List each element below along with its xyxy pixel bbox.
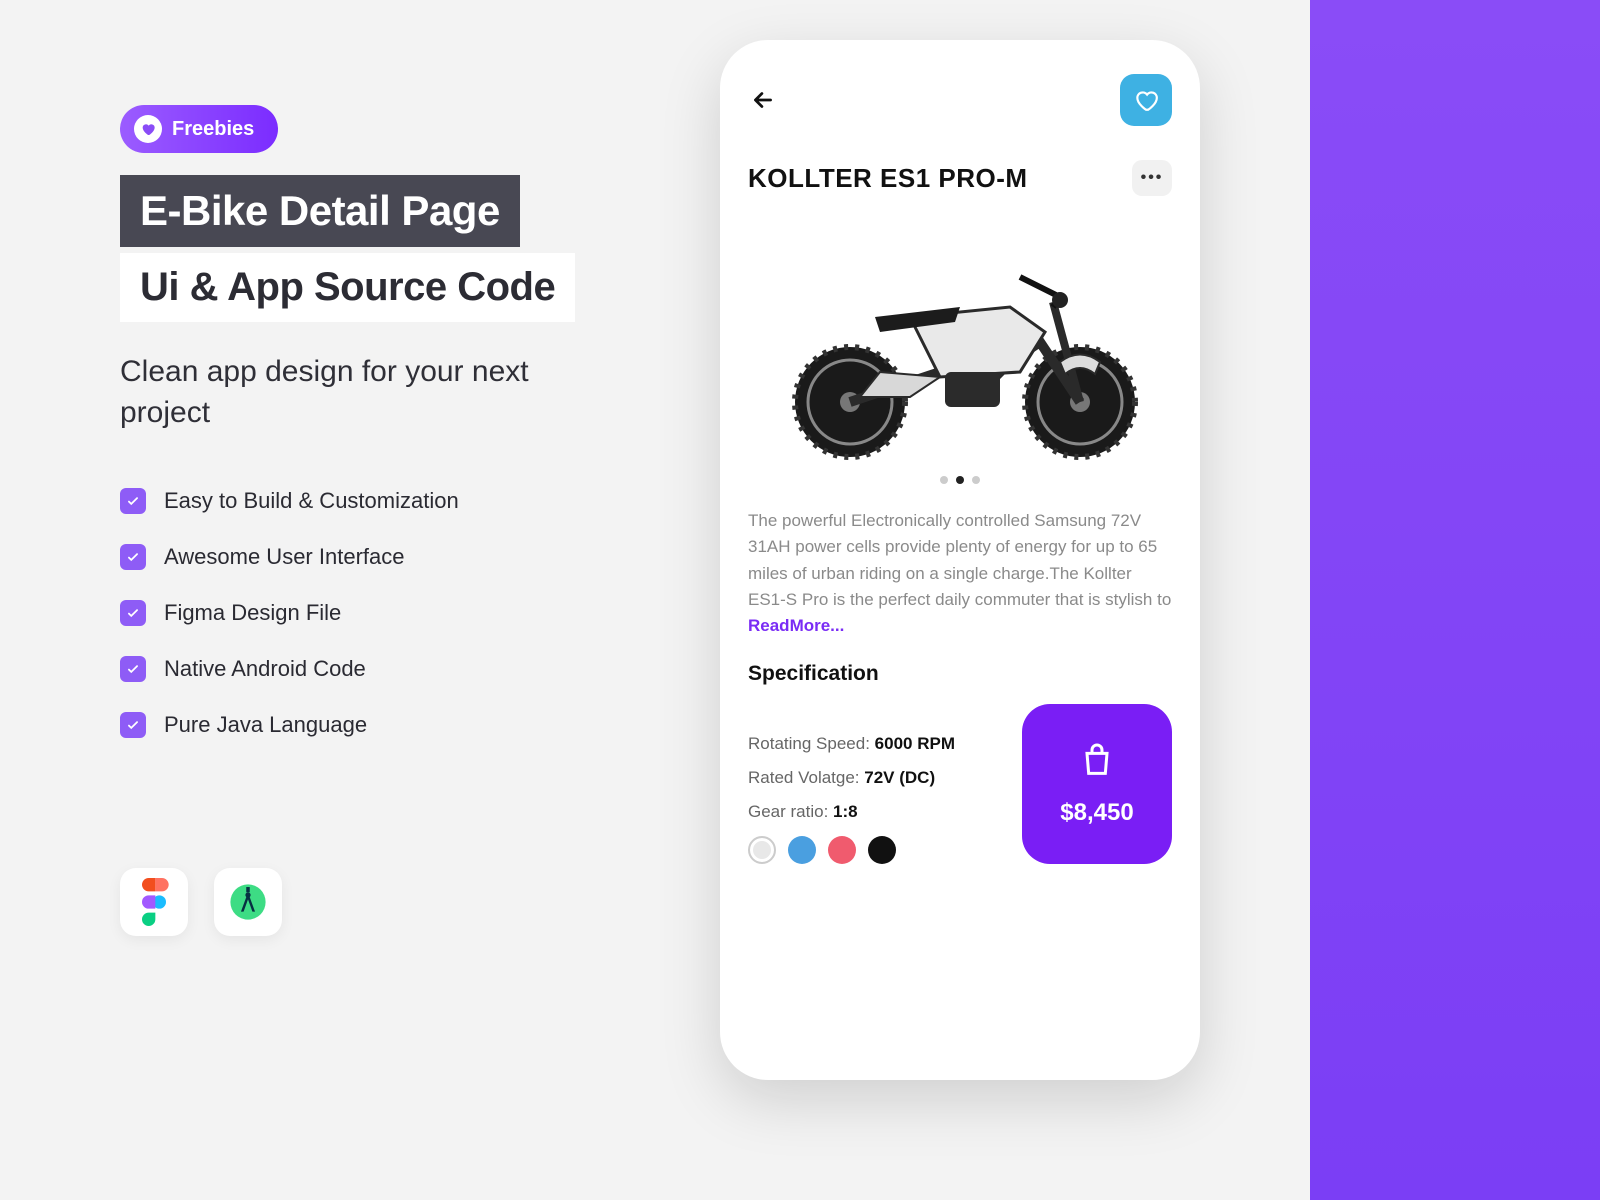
favorite-button[interactable] (1120, 74, 1172, 126)
figma-icon (120, 868, 188, 936)
accent-sidebar (1310, 0, 1600, 1200)
checklist-item: Awesome User Interface (120, 544, 680, 570)
phone-mockup: KOLLTER ES1 PRO-M ••• (720, 40, 1200, 1080)
pager-dot[interactable] (972, 476, 980, 484)
back-button[interactable] (748, 85, 778, 115)
tool-badges (120, 868, 680, 936)
image-pager[interactable] (748, 476, 1172, 484)
read-more-link[interactable]: ReadMore... (748, 616, 844, 635)
checklist-item: Figma Design File (120, 600, 680, 626)
checklist-item: Native Android Code (120, 656, 680, 682)
color-swatch-row (748, 836, 1022, 864)
feature-checklist: Easy to Build & Customization Awesome Us… (120, 488, 680, 738)
spec-row: Gear ratio: 1:8 (748, 802, 1022, 822)
spec-label: Rated Volatge: (748, 768, 860, 787)
spec-row: Rated Volatge: 72V (DC) (748, 768, 1022, 788)
headline-dark: E-Bike Detail Page (120, 175, 520, 247)
color-swatch[interactable] (868, 836, 896, 864)
check-icon (120, 712, 146, 738)
motorcycle-icon (760, 222, 1160, 462)
product-image (748, 212, 1172, 472)
spec-value: 1:8 (833, 802, 858, 821)
check-icon (120, 656, 146, 682)
color-swatch[interactable] (788, 836, 816, 864)
check-icon (120, 600, 146, 626)
spec-label: Gear ratio: (748, 802, 828, 821)
product-description: The powerful Electronically controlled S… (748, 508, 1172, 640)
checklist-item: Easy to Build & Customization (120, 488, 680, 514)
pager-dot[interactable] (940, 476, 948, 484)
description-text: The powerful Electronically controlled S… (748, 511, 1171, 609)
android-studio-icon (214, 868, 282, 936)
spec-row: Rotating Speed: 6000 RPM (748, 734, 1022, 754)
spec-heading: Specification (748, 662, 1172, 686)
spec-label: Rotating Speed: (748, 734, 870, 753)
checklist-item-label: Easy to Build & Customization (164, 488, 459, 514)
spec-value: 72V (DC) (864, 768, 935, 787)
headline-light: Ui & App Source Code (120, 253, 575, 322)
pager-dot[interactable] (956, 476, 964, 484)
promo-pane: Freebies E-Bike Detail Page Ui & App Sou… (120, 105, 680, 936)
freebies-pill: Freebies (120, 105, 278, 153)
price-label: $8,450 (1060, 799, 1133, 827)
promo-subtitle: Clean app design for your next project (120, 352, 600, 433)
buy-button[interactable]: $8,450 (1022, 704, 1172, 864)
checklist-item-label: Awesome User Interface (164, 544, 404, 570)
color-swatch[interactable] (828, 836, 856, 864)
checklist-item: Pure Java Language (120, 712, 680, 738)
product-header: KOLLTER ES1 PRO-M ••• (748, 160, 1172, 196)
check-icon (120, 544, 146, 570)
spec-value: 6000 RPM (875, 734, 955, 753)
product-title: KOLLTER ES1 PRO-M (748, 163, 1028, 194)
check-icon (120, 488, 146, 514)
freebies-label: Freebies (172, 118, 254, 141)
bag-icon (1077, 740, 1117, 785)
more-options-button[interactable]: ••• (1132, 160, 1172, 196)
spec-list: Rotating Speed: 6000 RPM Rated Volatge: … (748, 734, 1022, 864)
checklist-item-label: Native Android Code (164, 656, 366, 682)
bottom-row: Rotating Speed: 6000 RPM Rated Volatge: … (748, 704, 1172, 864)
checklist-item-label: Pure Java Language (164, 712, 367, 738)
checklist-item-label: Figma Design File (164, 600, 341, 626)
phone-navbar (748, 74, 1172, 126)
heart-icon (134, 115, 162, 143)
color-swatch[interactable] (748, 836, 776, 864)
